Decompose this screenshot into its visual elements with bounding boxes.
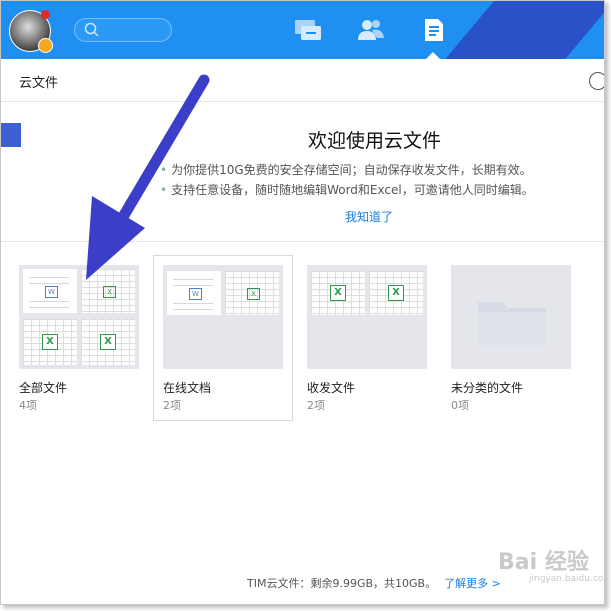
active-tab-indicator	[426, 52, 440, 59]
storage-info: TIM云文件：剩余9.99GB，共10GB。	[247, 577, 437, 590]
got-it-link[interactable]: 我知道了	[345, 208, 393, 225]
sheet-preview: X	[225, 271, 279, 315]
folder-count: 2项	[307, 399, 325, 412]
folder-card-transfer-files[interactable]: X X 收发文件 2项	[299, 255, 439, 421]
excel-small-icon: X	[247, 288, 260, 300]
welcome-bullet: • 为你提供10G免费的安全存储空间；自动保存收发文件，长期有效。	[160, 163, 532, 177]
avatar[interactable]	[9, 10, 53, 53]
folder-card-all-files[interactable]: W X X X 全部文件 4项	[11, 255, 151, 421]
welcome-bullet: • 支持任意设备，随时随地编辑Word和Excel，可邀请他人同时编辑。	[160, 183, 534, 197]
refresh-icon[interactable]	[589, 72, 604, 90]
topbar-corner-accent	[445, 1, 604, 59]
watermark-sub: jingyan.baidu.com	[529, 574, 605, 584]
excel-icon: X	[42, 334, 58, 350]
folder-count: 4项	[19, 399, 37, 412]
notification-dot	[41, 10, 50, 19]
watermark: Bai 经验	[498, 550, 589, 575]
folder-count: 0项	[451, 399, 469, 412]
excel-icon: X	[100, 334, 116, 350]
contacts-icon[interactable]	[356, 16, 386, 44]
welcome-bullet-text: 支持任意设备，随时随地编辑Word和Excel，可邀请他人同时编辑。	[171, 183, 534, 197]
learn-more-link[interactable]: 了解更多 >	[444, 577, 501, 590]
sheet-preview: X	[81, 269, 135, 313]
side-tab[interactable]	[1, 123, 21, 147]
word-icon: W	[45, 286, 58, 298]
folder-name: 在线文档	[163, 381, 212, 395]
folder-count: 2项	[163, 399, 181, 412]
folder-thumbnail: W X	[163, 265, 283, 369]
sheet-preview: X	[311, 271, 365, 315]
welcome-bullet-text: 为你提供10G免费的安全存储空间；自动保存收发文件，长期有效。	[171, 163, 532, 177]
divider	[1, 241, 604, 242]
word-doc-preview: W	[23, 269, 77, 313]
excel-small-icon: X	[103, 286, 116, 298]
app-window: 云文件 欢迎使用云文件 • 为你提供10G免费的安全存储空间；自动保存收发文件，长…	[0, 0, 605, 605]
welcome-title: 欢迎使用云文件	[308, 130, 442, 152]
word-doc-preview: W	[167, 271, 221, 315]
excel-icon: X	[388, 285, 404, 301]
sheet-preview: X	[369, 271, 423, 315]
chat-icon[interactable]	[293, 16, 323, 44]
excel-icon: X	[330, 285, 346, 301]
folder-card-online-docs[interactable]: W X 在线文档 2项	[153, 255, 293, 421]
folder-thumbnail: X X	[307, 265, 427, 369]
status-badge	[38, 38, 53, 53]
folder-thumbnail: W X X X	[19, 265, 139, 369]
page-header: 云文件	[1, 59, 604, 102]
sheet-preview: X	[81, 319, 135, 365]
word-icon: W	[189, 288, 202, 300]
files-icon[interactable]	[419, 16, 449, 44]
search-box[interactable]	[74, 18, 172, 42]
folder-name: 收发文件	[307, 381, 356, 395]
folder-name: 未分类的文件	[451, 381, 524, 395]
search-icon	[84, 22, 99, 37]
page-title: 云文件	[19, 76, 59, 91]
folder-name: 全部文件	[19, 381, 68, 395]
top-bar	[1, 1, 604, 59]
storage-footer: TIM云文件：剩余9.99GB，共10GB。 了解更多 >	[247, 575, 501, 591]
sheet-preview: X	[23, 319, 77, 365]
folder-icon	[478, 302, 546, 346]
